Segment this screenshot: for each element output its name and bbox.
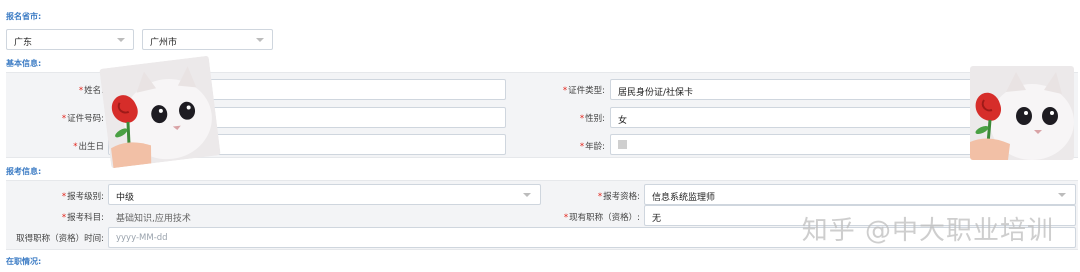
id-type-label: *证件类型: <box>562 86 605 96</box>
section-title-employment: 在职情况: <box>6 257 42 266</box>
exam-subjects-label: *报考科目: <box>61 213 104 223</box>
id-number-label: *证件号码: <box>61 114 104 124</box>
city-select[interactable]: 广州市 <box>142 29 273 50</box>
chevron-down-icon <box>523 193 531 197</box>
city-value: 广州市 <box>150 38 178 48</box>
cat-sticker-left <box>99 55 221 169</box>
section-title-exam-info: 报考信息: <box>6 167 42 176</box>
date-placeholder: yyyy-MM-dd <box>116 233 168 243</box>
section-title-basic-info: 基本信息: <box>6 59 42 68</box>
gender-select[interactable]: 女 <box>610 107 976 128</box>
exam-subjects-value: 基础知识,应用技术 <box>116 214 191 224</box>
age-label: *年龄: <box>579 142 605 152</box>
age-input[interactable] <box>610 134 976 155</box>
title-obtain-time-label: 取得职称（资格）时间: <box>16 234 104 244</box>
province-select[interactable]: 广东 <box>6 29 134 50</box>
gender-value: 女 <box>618 116 628 126</box>
exam-qualification-label: *报考资格: <box>597 192 640 202</box>
current-title-value: 无 <box>652 214 662 224</box>
name-label: *姓名: <box>78 86 104 96</box>
exam-level-select[interactable]: 中级 <box>108 184 541 205</box>
watermark: 知乎 @中大职业培训 <box>801 216 1054 246</box>
id-type-select[interactable]: 居民身份证/社保卡 <box>610 79 976 100</box>
birth-date-label: *出生日 <box>73 142 104 152</box>
exam-level-value: 中级 <box>116 193 135 203</box>
age-redacted <box>618 140 627 149</box>
exam-qualification-value: 信息系统监理师 <box>652 193 716 203</box>
gender-label: *性别: <box>579 114 605 124</box>
exam-qualification-select[interactable]: 信息系统监理师 <box>644 184 1076 205</box>
chevron-down-icon <box>256 38 264 42</box>
province-value: 广东 <box>14 38 33 48</box>
chevron-down-icon <box>1058 193 1066 197</box>
cat-sticker-right <box>970 66 1074 160</box>
current-title-label: *现有职称（资格）: <box>563 213 640 223</box>
id-type-value: 居民身份证/社保卡 <box>618 88 694 98</box>
exam-level-label: *报考级别: <box>61 192 104 202</box>
cat-with-rose-icon <box>99 55 221 169</box>
section-title-province-city: 报名省市: <box>6 12 42 21</box>
cat-with-rose-icon <box>970 66 1074 160</box>
chevron-down-icon <box>117 38 125 42</box>
exam-subjects-field: 基础知识,应用技术 <box>108 205 541 226</box>
